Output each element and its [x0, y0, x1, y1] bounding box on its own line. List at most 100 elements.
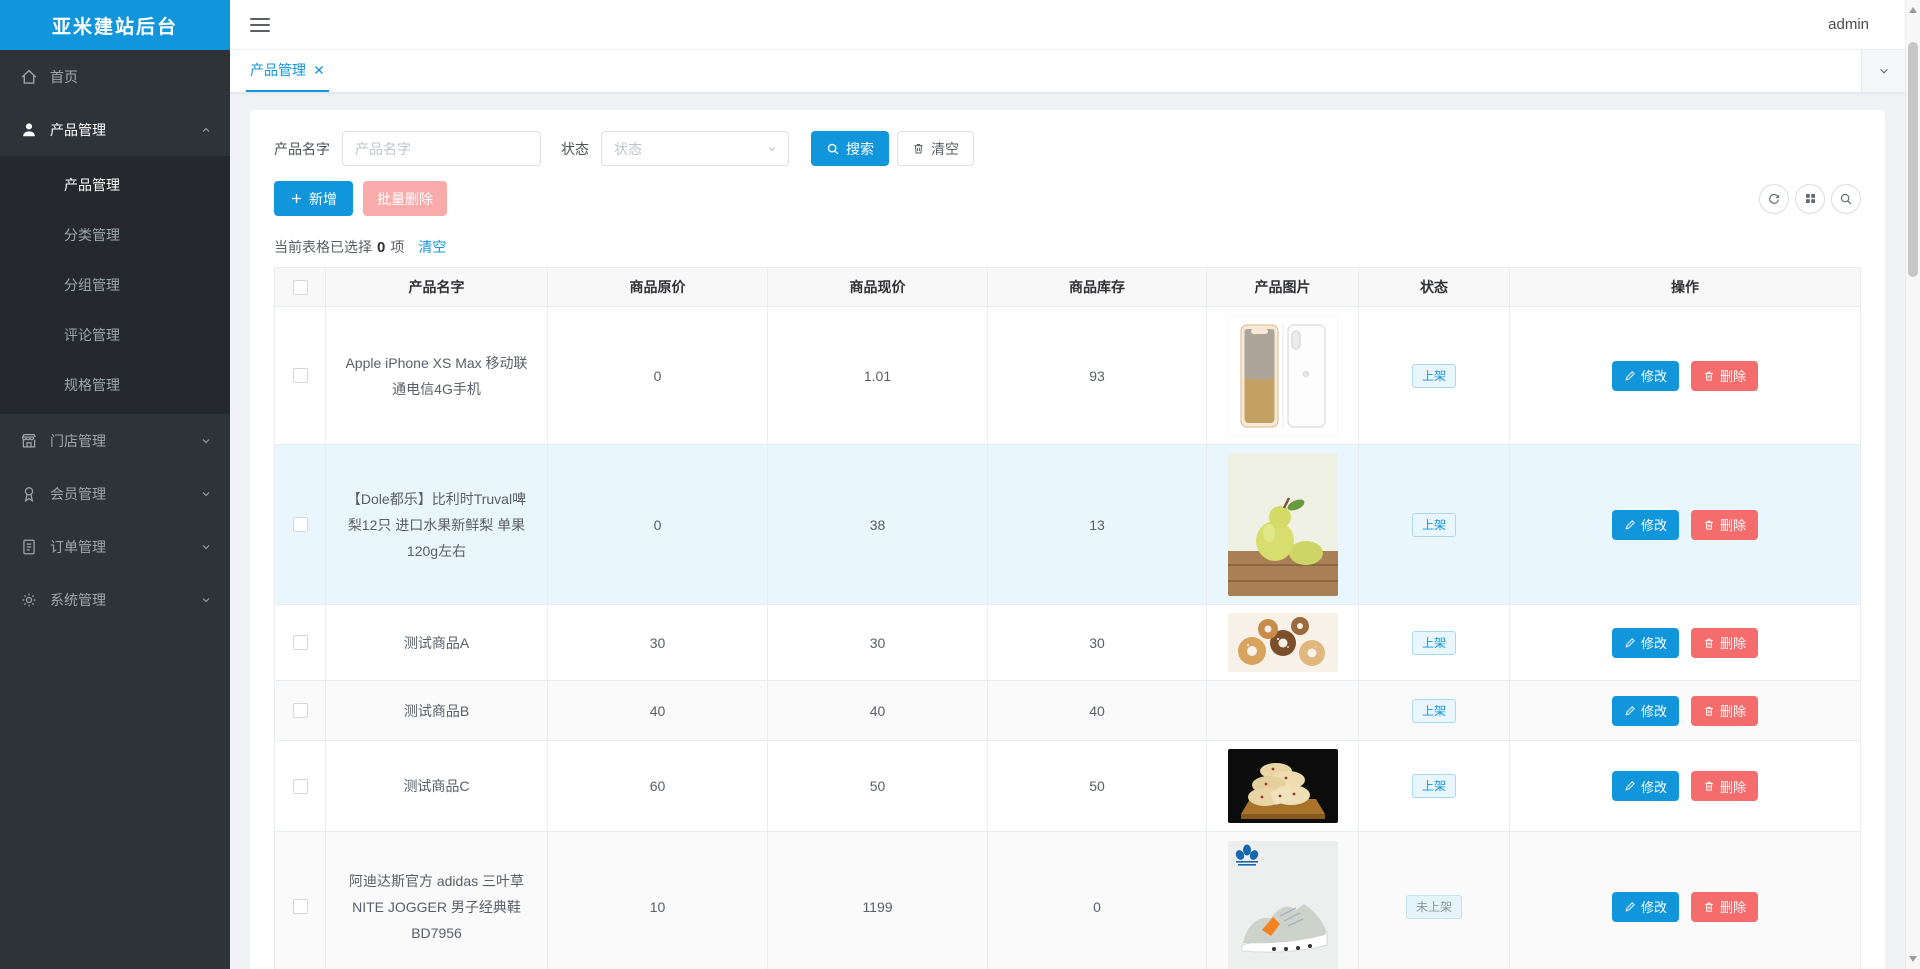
row-checkbox[interactable] [292, 703, 308, 718]
app-logo: 亚米建站后台 [0, 0, 230, 50]
sidebar-submenu-products: 产品管理 分类管理 分组管理 评论管理 规格管理 [0, 156, 230, 414]
tab-product-management[interactable]: 产品管理 [246, 50, 329, 92]
cookies-photo [1227, 749, 1338, 823]
table-tools [1759, 183, 1861, 214]
scrollbar-thumb[interactable] [1908, 42, 1918, 277]
table-search-button[interactable] [1831, 183, 1861, 214]
status-badge: 上架 [1411, 698, 1456, 723]
clear-filters-button[interactable]: 清空 [897, 131, 974, 166]
sidebar-item-label: 会员管理 [50, 485, 106, 502]
scroll-up-arrow[interactable] [1906, 2, 1920, 18]
sidebar-item-product-management[interactable]: 产品管理 [0, 103, 230, 156]
sidebar: 亚米建站后台 首页 产品管理 产品管理 分类管理 分组管理 评论管理 规格管理 [0, 0, 230, 969]
hamburger-menu-icon[interactable] [250, 17, 270, 32]
sidebar-item-orders[interactable]: 订单管理 [0, 520, 230, 573]
product-name: 测试商品A [326, 605, 548, 681]
table-row: 测试商品A 30 30 30 上架 修改 删除 [275, 605, 1860, 681]
original-price: 60 [548, 741, 768, 832]
user-menu[interactable]: admin [1828, 16, 1869, 33]
sneaker-photo [1227, 841, 1338, 969]
refresh-button[interactable] [1759, 183, 1789, 214]
table-row: 阿迪达斯官方 adidas 三叶草 NITE JOGGER 男子经典鞋BD795… [275, 832, 1860, 969]
delete-button[interactable]: 删除 [1691, 627, 1759, 658]
table-row: 测试商品B 40 40 40 上架 修改 删除 [275, 681, 1860, 741]
shop-icon [20, 432, 38, 450]
row-checkbox[interactable] [292, 368, 308, 383]
stock: 93 [988, 307, 1207, 445]
edit-button[interactable]: 修改 [1611, 771, 1679, 801]
sidebar-item-label: 首页 [50, 68, 78, 85]
chevron-down-icon [200, 541, 212, 553]
sidebar-item-system[interactable]: 系统管理 [0, 573, 230, 626]
tab-list-dropdown-button[interactable] [1861, 50, 1905, 92]
vertical-scrollbar[interactable] [1905, 0, 1920, 969]
select-all-checkbox[interactable] [292, 279, 308, 295]
product-management-card: 产品名字 状态 状态 搜索 清空 [250, 110, 1885, 969]
tab-bar: 产品管理 [230, 50, 1905, 93]
delete-button[interactable]: 删除 [1691, 771, 1759, 801]
current-price: 1199 [768, 832, 988, 969]
sidebar-subitem-groups[interactable]: 分组管理 [0, 260, 230, 310]
delete-button[interactable]: 删除 [1691, 360, 1759, 391]
sidebar-subitem-products[interactable]: 产品管理 [0, 160, 230, 210]
stock: 30 [988, 605, 1207, 681]
edit-button[interactable]: 修改 [1611, 695, 1679, 726]
col-actions: 操作 [1510, 268, 1860, 307]
tab-label: 产品管理 [250, 62, 306, 78]
edit-button[interactable]: 修改 [1611, 891, 1679, 922]
scroll-down-arrow[interactable] [1906, 951, 1920, 967]
product-table: 产品名字 商品原价 商品现价 商品库存 产品图片 状态 操作 Apple iPh… [274, 267, 1861, 969]
column-settings-button[interactable] [1795, 183, 1825, 214]
status-badge: 上架 [1411, 774, 1456, 798]
status-select[interactable]: 状态 [601, 131, 789, 166]
row-checkbox[interactable] [292, 517, 308, 532]
chevron-up-icon [200, 124, 212, 136]
col-current-price: 商品现价 [768, 268, 988, 307]
sidebar-item-home[interactable]: 首页 [0, 50, 230, 103]
status-badge: 上架 [1411, 512, 1456, 537]
stock: 40 [988, 681, 1207, 741]
product-name: Apple iPhone XS Max 移动联通电信4G手机 [326, 307, 548, 445]
product-name-input[interactable] [342, 131, 541, 166]
sidebar-item-members[interactable]: 会员管理 [0, 467, 230, 520]
member-icon [20, 485, 38, 503]
search-button[interactable]: 搜索 [811, 131, 889, 166]
stock: 50 [988, 741, 1207, 832]
original-price: 30 [548, 605, 768, 681]
chevron-down-icon [200, 435, 212, 447]
col-status: 状态 [1359, 268, 1510, 307]
add-product-button[interactable]: 新增 [274, 181, 353, 216]
home-icon [20, 68, 38, 86]
chevron-down-icon [766, 143, 778, 155]
batch-delete-button[interactable]: 批量删除 [363, 181, 447, 216]
main-area: admin 产品管理 产品名字 状态 状态 [230, 0, 1905, 969]
table-row: 测试商品C 60 50 50 上架 修改 删除 [275, 741, 1860, 832]
filter-row: 产品名字 状态 状态 搜索 清空 [274, 131, 1861, 166]
sidebar-item-label: 门店管理 [50, 432, 106, 449]
edit-button[interactable]: 修改 [1611, 360, 1679, 391]
product-name: 阿迪达斯官方 adidas 三叶草 NITE JOGGER 男子经典鞋BD795… [326, 832, 548, 969]
delete-button[interactable]: 删除 [1691, 695, 1759, 726]
sidebar-subitem-comments[interactable]: 评论管理 [0, 310, 230, 360]
pear-photo [1227, 453, 1338, 596]
clear-selection-link[interactable]: 清空 [418, 237, 446, 257]
status-label: 状态 [561, 140, 589, 157]
row-checkbox[interactable] [292, 778, 308, 794]
action-row: 新增 批量删除 [274, 181, 1861, 216]
delete-button[interactable]: 删除 [1691, 509, 1759, 540]
sidebar-item-stores[interactable]: 门店管理 [0, 414, 230, 467]
product-name: 测试商品B [326, 681, 548, 741]
sidebar-subitem-specs[interactable]: 规格管理 [0, 360, 230, 410]
table-row: 【Dole都乐】比利时Truval啤梨12只 进口水果新鲜梨 单果120g左右 … [275, 445, 1860, 605]
edit-button[interactable]: 修改 [1611, 509, 1679, 540]
stock: 13 [988, 445, 1207, 605]
tab-close-icon[interactable] [313, 64, 325, 76]
row-checkbox[interactable] [292, 899, 308, 914]
edit-button[interactable]: 修改 [1611, 627, 1679, 658]
current-price: 38 [768, 445, 988, 605]
delete-button[interactable]: 删除 [1691, 891, 1759, 922]
sidebar-subitem-categories[interactable]: 分类管理 [0, 210, 230, 260]
table-row: Apple iPhone XS Max 移动联通电信4G手机 0 1.01 93 [275, 307, 1860, 445]
chevron-down-icon [200, 594, 212, 606]
row-checkbox[interactable] [292, 635, 308, 650]
